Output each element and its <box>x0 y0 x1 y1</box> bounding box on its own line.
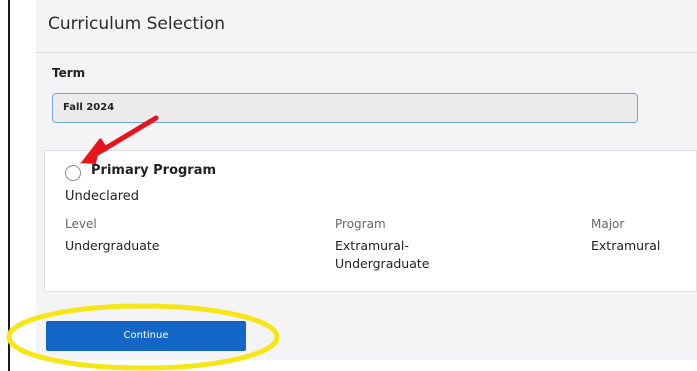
primary-program-radio[interactable] <box>65 165 81 181</box>
level-label: Level <box>65 217 97 231</box>
curriculum-panel: Curriculum Selection Term Fall 2024 Prim… <box>36 0 697 360</box>
screenshot-frame: Curriculum Selection Term Fall 2024 Prim… <box>0 0 697 371</box>
level-value: Undergraduate <box>65 238 160 253</box>
page-title: Curriculum Selection <box>48 14 225 34</box>
term-label: Term <box>52 66 86 80</box>
term-select[interactable]: Fall 2024 <box>52 93 638 123</box>
major-label: Major <box>591 217 625 231</box>
program-value: Extramural- Undergraduate <box>335 238 430 271</box>
header-divider <box>36 52 697 53</box>
program-heading: Primary Program <box>91 163 217 178</box>
term-value: Fall 2024 <box>63 102 115 113</box>
program-status: Undeclared <box>65 189 140 204</box>
continue-button[interactable]: Continue <box>46 321 246 351</box>
left-border-rule <box>8 0 10 371</box>
major-value: Extramural <box>591 238 661 253</box>
program-card: Primary Program Undeclared Level Undergr… <box>44 150 697 292</box>
program-label: Program <box>335 217 386 231</box>
